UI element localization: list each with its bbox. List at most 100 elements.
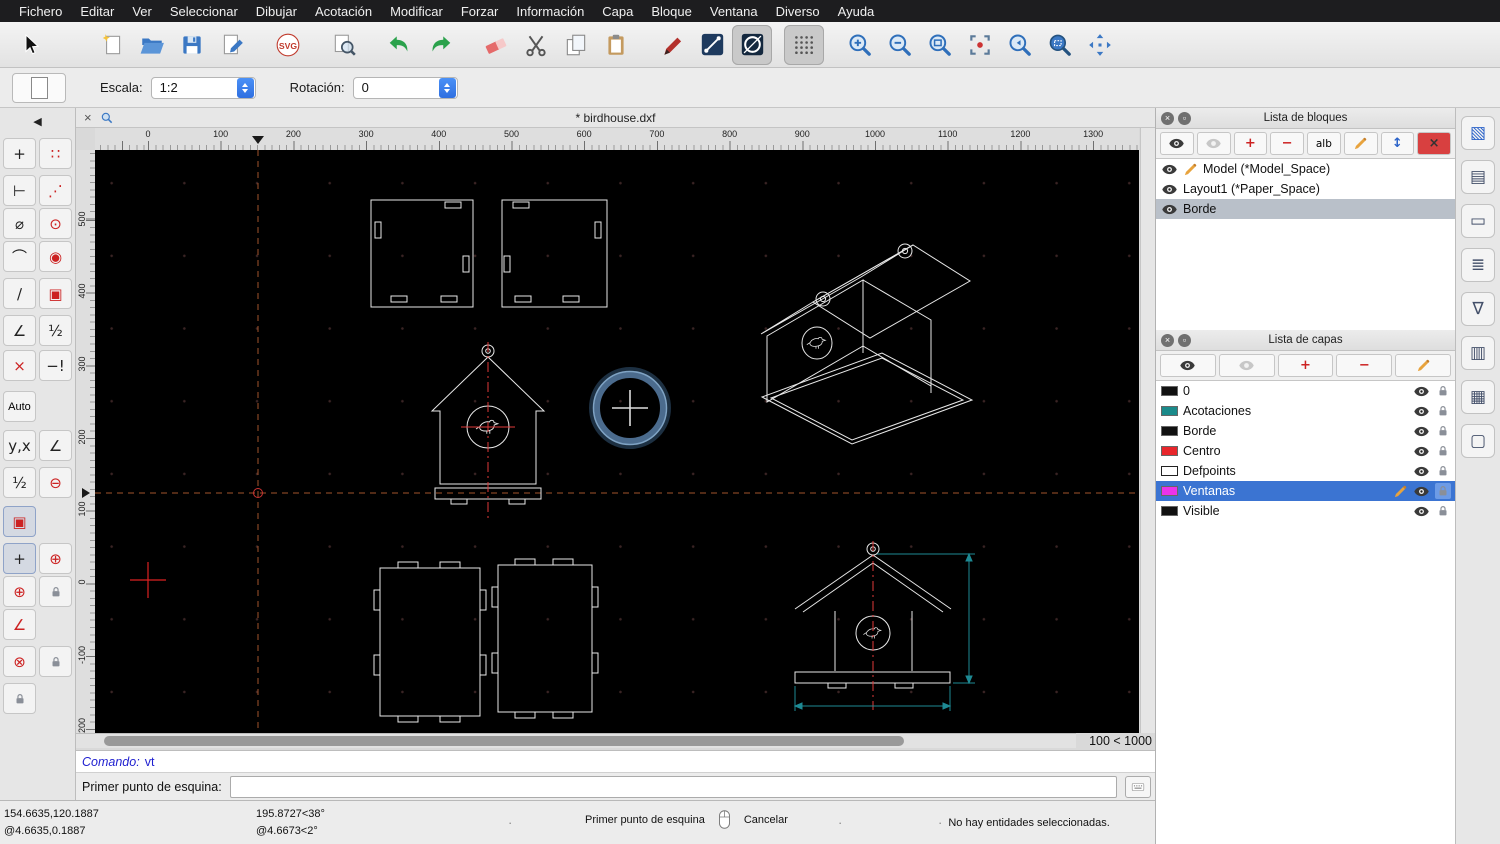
lock-icon[interactable] [1435, 403, 1451, 419]
panel-command-widget-button[interactable]: ▭ [1461, 204, 1495, 238]
snap-cross-button[interactable]: ⊗ [3, 646, 36, 677]
lock-icon[interactable] [1435, 463, 1451, 479]
lock-icon[interactable] [1435, 383, 1451, 399]
vertical-scrollbar[interactable] [1140, 128, 1155, 733]
undo-button[interactable] [380, 25, 420, 65]
layer-row-borde[interactable]: Borde [1156, 421, 1455, 441]
hide-all-layers-button[interactable] [1218, 354, 1275, 377]
cut-button[interactable] [516, 25, 556, 65]
show-all-blocks-button[interactable] [1160, 132, 1194, 155]
menu-ventana[interactable]: Ventana [701, 4, 767, 19]
snap-grid-button[interactable]: ∷ [39, 138, 72, 169]
snap-distance-button[interactable]: ⌒ [3, 241, 36, 272]
lock-a-button[interactable] [39, 576, 72, 607]
rotation-select[interactable]: 0 [352, 76, 458, 99]
lock-icon[interactable] [1435, 503, 1451, 519]
cad-canvas[interactable] [95, 150, 1139, 733]
angle-coordinates-button[interactable]: ∠ [39, 430, 72, 461]
document-zoom-icon[interactable] [100, 111, 114, 125]
scrollbar-thumb[interactable] [104, 736, 904, 746]
snap-entity-box-button[interactable]: ▣ [39, 278, 72, 309]
snap-intersection-button[interactable]: ◉ [39, 241, 72, 272]
eye-icon[interactable] [1161, 161, 1178, 178]
select-pointer-button[interactable] [10, 25, 50, 65]
stepper-icon[interactable] [236, 77, 254, 98]
remove-layer-button[interactable]: − [1336, 354, 1393, 377]
open-drawing-button[interactable] [132, 25, 172, 65]
panel-filter-button[interactable]: ∇ [1461, 292, 1495, 326]
angle-rays-button[interactable]: ∠ [3, 609, 36, 640]
snap-warning-button[interactable]: −! [39, 350, 72, 381]
snap-endpoint-button[interactable]: ⊢ [3, 175, 36, 206]
snap-free-button[interactable]: + [3, 138, 36, 169]
menu-dibujar[interactable]: Dibujar [247, 4, 306, 19]
ellipse-tool-button[interactable] [732, 24, 772, 65]
cross-point-button[interactable]: ⊕ [39, 543, 72, 574]
restrict-nothing-button[interactable]: × [3, 350, 36, 381]
snap-middle-button[interactable]: ⊙ [39, 208, 72, 239]
collapse-palette-icon[interactable]: ◀ [33, 115, 41, 128]
pencil-icon[interactable] [1393, 484, 1408, 499]
layer-row-0[interactable]: 0 [1156, 381, 1455, 401]
layer-row-centro[interactable]: Centro [1156, 441, 1455, 461]
relative-zero-lock-button[interactable] [3, 683, 36, 714]
menu-ayuda[interactable]: Ayuda [829, 4, 884, 19]
close-panel-icon[interactable]: × [1161, 333, 1174, 347]
pen-edit-button[interactable] [652, 25, 692, 65]
circle-point-button[interactable]: ⊕ [3, 576, 36, 607]
keyboard-toggle-button[interactable] [1125, 776, 1151, 798]
print-preview-button[interactable] [324, 25, 364, 65]
menu-capa[interactable]: Capa [593, 4, 642, 19]
zoom-auto-button[interactable] [920, 25, 960, 65]
delete-block-button[interactable]: × [1417, 132, 1451, 155]
export-svg-button[interactable]: SVG [268, 25, 308, 65]
command-input[interactable] [229, 776, 1117, 798]
menu-ver[interactable]: Ver [123, 4, 161, 19]
remove-block-button[interactable]: − [1270, 132, 1304, 155]
lock-icon[interactable] [1435, 483, 1451, 499]
restrict-angle-button[interactable]: ∠ [3, 315, 36, 346]
eye-icon[interactable] [1161, 201, 1178, 218]
undock-panel-icon[interactable]: ▫ [1178, 111, 1191, 125]
menu-acotación[interactable]: Acotación [306, 4, 381, 19]
auto-snap-button[interactable]: Auto [3, 391, 36, 422]
paste-button[interactable] [596, 25, 636, 65]
stepper-icon[interactable] [438, 77, 456, 98]
layer-row-ventanas[interactable]: Ventanas [1156, 481, 1455, 501]
pan-button[interactable] [1080, 25, 1120, 65]
layer-row-visible[interactable]: Visible [1156, 501, 1455, 521]
panel-library-browser-button[interactable]: ▤ [1461, 160, 1495, 194]
zoom-in-button[interactable] [840, 25, 880, 65]
snap-order-button[interactable]: ½ [39, 315, 72, 346]
menu-forzar[interactable]: Forzar [452, 4, 508, 19]
undock-panel-icon[interactable]: ▫ [1178, 333, 1191, 347]
panel-block-list-button[interactable]: ▧ [1461, 116, 1495, 150]
eye-icon[interactable] [1413, 403, 1430, 420]
save-drawing-button[interactable] [172, 25, 212, 65]
menu-seleccionar[interactable]: Seleccionar [161, 4, 247, 19]
relative-coordinates-button[interactable]: y,x [3, 430, 36, 461]
snap-exclude-button[interactable]: ⊖ [39, 467, 72, 498]
copy-button[interactable] [556, 25, 596, 65]
new-drawing-button[interactable] [92, 25, 132, 65]
lock-relative-button[interactable] [39, 646, 72, 677]
eye-icon[interactable] [1413, 503, 1430, 520]
show-all-layers-button[interactable] [1160, 354, 1216, 377]
menu-diverso[interactable]: Diverso [767, 4, 829, 19]
restrict-orthogonal-button[interactable]: ∕ [3, 278, 36, 309]
menu-información[interactable]: Información [507, 4, 593, 19]
menu-modificar[interactable]: Modificar [381, 4, 452, 19]
block-row[interactable]: Model (*Model_Space) [1156, 159, 1455, 179]
modify-layer-button[interactable] [1395, 354, 1451, 377]
block-row[interactable]: Layout1 (*Paper_Space) [1156, 179, 1455, 199]
scale-select[interactable]: 1:2 [150, 76, 256, 99]
menu-fichero[interactable]: Fichero [10, 4, 71, 19]
half-point-button[interactable]: ½ [3, 467, 36, 498]
rename-block-button[interactable]: alb [1307, 132, 1341, 155]
line-tool-button[interactable] [692, 25, 732, 65]
zoom-previous-button[interactable] [1000, 25, 1040, 65]
edit-drawing-button[interactable] [212, 25, 252, 65]
eye-icon[interactable] [1413, 423, 1430, 440]
zoom-window-button[interactable] [1040, 25, 1080, 65]
block-row[interactable]: Borde [1156, 199, 1455, 219]
